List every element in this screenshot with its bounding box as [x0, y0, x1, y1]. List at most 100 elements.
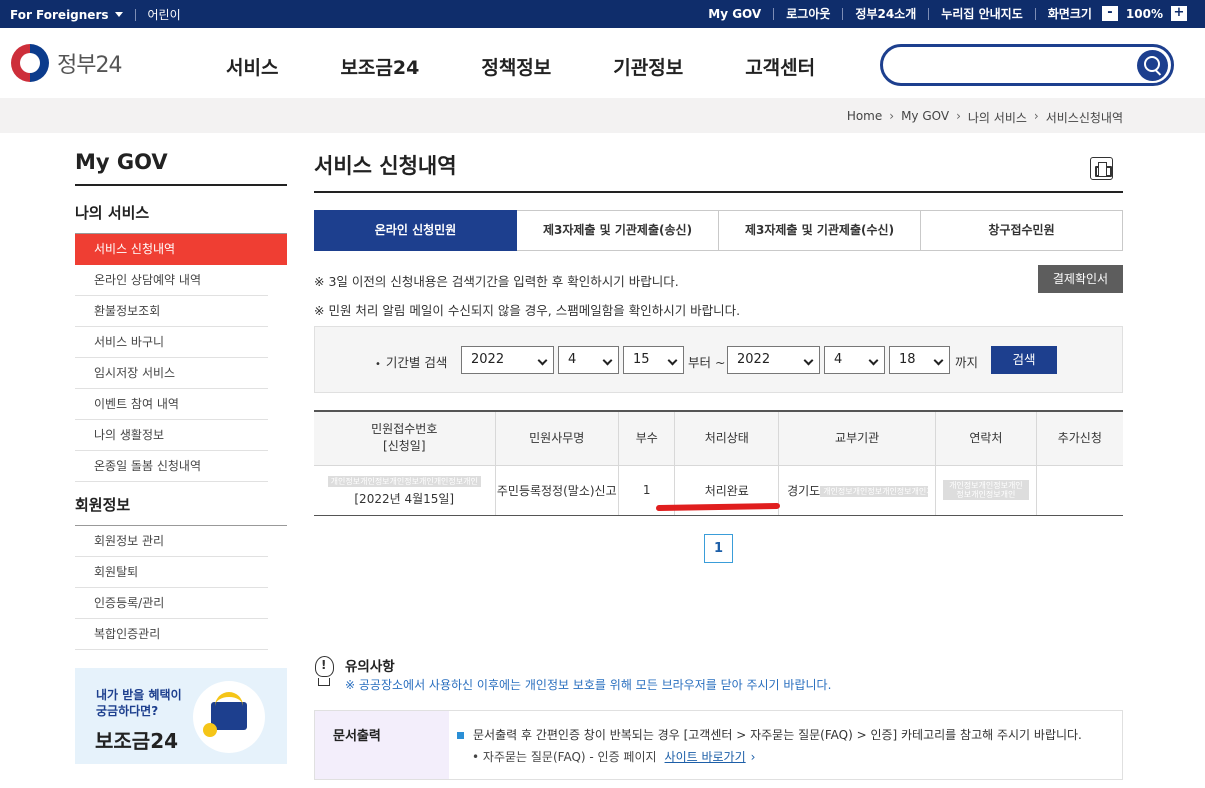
subsidy-banner[interactable]: 내가 받을 혜택이 궁금하다면? 보조금24 [75, 668, 287, 764]
table-header-row: 민원접수번호 [신청일] 민원사무명 부수 처리상태 교부기관 연락처 추가신청 [314, 410, 1123, 466]
utility-left: For Foreigners 어린이 [10, 6, 181, 23]
cell-agency: 경기도개인정보개인정보개인정보개인개인정보개인정보개인 [778, 465, 936, 516]
col-receipt-no-label: 민원접수번호 [371, 422, 438, 437]
about-link[interactable]: 정부24소개 [855, 5, 916, 22]
sidebar-item-withdraw[interactable]: 회원탈퇴 [75, 557, 268, 588]
gift-box-icon [211, 702, 247, 730]
from-text: 부터 ~ [688, 355, 726, 370]
cell-date: [2022년 4월15일] [354, 492, 455, 506]
from-month-value: 4 [568, 352, 577, 367]
divider [1034, 7, 1036, 20]
printer-icon[interactable] [1090, 157, 1113, 180]
breadcrumb-mygov[interactable]: My GOV [901, 109, 949, 126]
notice-description: ※ 공공장소에서 사용하신 이후에는 개인정보 보호를 위해 모든 브라우저를 … [345, 678, 832, 692]
to-day-select[interactable]: 18 [889, 346, 950, 374]
chevron-right-icon: › [1033, 109, 1039, 123]
cell-service[interactable]: 주민등록정정(말소)신고 [494, 465, 619, 516]
kids-link[interactable]: 어린이 [148, 6, 181, 23]
sidebar-section-member: 회원정보 [75, 494, 287, 526]
mygov-link[interactable]: My GOV [708, 7, 761, 21]
from-day-select[interactable]: 15 [623, 346, 684, 374]
filter-label: 기간별 검색 [375, 352, 447, 371]
nav-service[interactable]: 서비스 [226, 53, 278, 80]
search-button[interactable]: 검색 [991, 346, 1057, 374]
sidebar-item-service-history[interactable]: 서비스 신청내역 [75, 234, 287, 265]
sitemap-link[interactable]: 누리집 안내지도 [941, 5, 1022, 22]
from-month-select[interactable]: 4 [558, 346, 619, 374]
sidebar-item-cert[interactable]: 인증등록/관리 [75, 588, 268, 619]
zoom-out-button[interactable]: - [1101, 6, 1118, 21]
sidebar-title: My GOV [75, 150, 287, 186]
tab-third-party-send[interactable]: 제3자제출 및 기관제출(송신) [517, 210, 719, 251]
search-icon[interactable] [1137, 50, 1168, 81]
to-text: 까지 [955, 355, 979, 370]
tab-online[interactable]: 온라인 신청민원 [314, 210, 517, 251]
sidebar-item-event[interactable]: 이벤트 참여 내역 [75, 389, 268, 420]
chevron-right-icon: › [750, 750, 756, 764]
col-status: 처리상태 [674, 410, 779, 466]
banner-line1: 내가 받을 혜택이 [96, 688, 182, 702]
to-year-value: 2022 [737, 352, 771, 367]
from-day-value: 15 [633, 352, 650, 367]
cell-receipt[interactable]: 개인정보개인정보개인정보개인개인정보개인 [2022년 4월15일] [314, 465, 496, 516]
sidebar-item-member-manage[interactable]: 회원정보 관리 [75, 526, 268, 557]
col-receipt-no: 민원접수번호 [신청일] [314, 410, 496, 466]
masked-receipt-no: 개인정보개인정보개인정보개인개인정보개인 [327, 476, 481, 487]
faq-line: • 자주묻는 질문(FAQ) - 인증 페이지 사이트 바로가기 › [472, 750, 756, 764]
utility-right: My GOV 로그아웃 정부24소개 누리집 안내지도 화면크기 - 100% … [708, 5, 1187, 22]
breadcrumb-my-service[interactable]: 나의 서비스 [968, 109, 1027, 126]
lightbulb-base [318, 678, 330, 686]
sidebar: My GOV 나의 서비스 서비스 신청내역 온라인 상담예약 내역 환불정보조… [75, 150, 287, 650]
pagination-page[interactable]: 1 [704, 534, 733, 563]
chevron-down-icon[interactable] [114, 12, 123, 17]
site-logo[interactable]: 정부24 [11, 44, 122, 82]
nav-policy[interactable]: 정책정보 [481, 53, 551, 80]
sidebar-item-basket[interactable]: 서비스 바구니 [75, 327, 268, 358]
sidebar-item-life-info[interactable]: 나의 생활정보 [75, 420, 268, 451]
agency-prefix: 경기도 [787, 483, 821, 498]
masked-agency: 개인정보개인정보개인정보개인개인정보개인정보개인 [820, 485, 936, 497]
notice-text: ※ 민원 처리 알림 메일이 수신되지 않을 경우, 스팸메일함을 확인하시기 … [314, 303, 741, 318]
sidebar-item-refund[interactable]: 환불정보조회 [75, 296, 268, 327]
breadcrumb-band: Home › My GOV › 나의 서비스 › 서비스신청내역 [0, 98, 1205, 133]
cell-extra [1035, 465, 1123, 516]
tab-third-party-receive[interactable]: 제3자제출 및 기관제출(수신) [719, 210, 921, 251]
divider [842, 7, 844, 20]
tab-counter[interactable]: 창구접수민원 [921, 210, 1123, 251]
logo-text: 정부24 [57, 53, 122, 78]
sidebar-item-consult-reservation[interactable]: 온라인 상담예약 내역 [75, 265, 268, 296]
logout-link[interactable]: 로그아웃 [786, 5, 830, 22]
nav-agency[interactable]: 기관정보 [613, 53, 683, 80]
chevron-down-icon [868, 355, 879, 366]
nav-subsidy24[interactable]: 보조금24 [340, 53, 419, 80]
history-table: 민원접수번호 [신청일] 민원사무명 부수 처리상태 교부기관 연락처 추가신청 … [314, 410, 1123, 516]
sidebar-item-temp-save[interactable]: 임시저장 서비스 [75, 358, 268, 389]
document-print-label: 문서출력 [315, 711, 449, 779]
masked-contact: 개인정보개인정보개인정보개인정보개인 [942, 480, 1029, 500]
site-header: 정부24 서비스 보조금24 정책정보 기관정보 고객센터 [0, 28, 1205, 98]
zoom-in-button[interactable]: + [1171, 6, 1187, 21]
sidebar-section-my-service: 나의 서비스 [75, 202, 287, 234]
site-shortcut-link[interactable]: 사이트 바로가기 [665, 750, 746, 764]
nav-customer-center[interactable]: 고객센터 [745, 53, 815, 80]
date-filter: 기간별 검색 2022 4 15 부터 ~ 2022 4 18 까지 검색 [314, 326, 1123, 393]
for-foreigners-link[interactable]: For Foreigners [10, 8, 109, 22]
col-count: 부수 [617, 410, 675, 466]
chevron-down-icon [602, 355, 613, 366]
payment-confirm-button[interactable]: 결제확인서 [1038, 265, 1123, 293]
utility-bar: For Foreigners 어린이 My GOV 로그아웃 정부24소개 누리… [0, 0, 1205, 28]
main-nav: 서비스 보조금24 정책정보 기관정보 고객센터 [226, 53, 877, 80]
main-content: 서비스 신청내역 [314, 150, 1123, 193]
to-month-select[interactable]: 4 [824, 346, 885, 374]
document-print-info: 문서출력 후 간편인증 창이 반복되는 경우 [고객센터 > 자주묻는 질문(F… [457, 726, 1082, 743]
chevron-down-icon [933, 355, 944, 366]
from-year-select[interactable]: 2022 [461, 346, 554, 374]
to-year-select[interactable]: 2022 [727, 346, 820, 374]
search-input[interactable] [880, 44, 1174, 86]
banner-text: 내가 받을 혜택이 궁금하다면? [96, 687, 182, 719]
sidebar-item-care[interactable]: 온종일 돌봄 신청내역 [75, 451, 268, 482]
faq-text: 자주묻는 질문(FAQ) - 인증 페이지 [482, 750, 657, 764]
sidebar-item-multi-cert[interactable]: 복합인증관리 [75, 619, 268, 650]
breadcrumb-home[interactable]: Home [847, 109, 882, 126]
bullet-square-icon [457, 732, 464, 739]
